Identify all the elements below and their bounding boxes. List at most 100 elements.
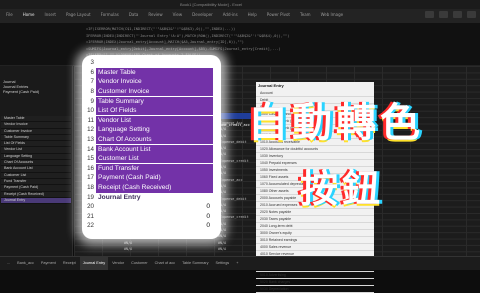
menu-row: 14 Bank Account List	[86, 144, 213, 154]
row-number: 21	[87, 212, 94, 220]
menu-item[interactable]: Customer List	[96, 154, 213, 164]
row-number: 22	[87, 222, 94, 230]
menu-blank-cell	[96, 58, 213, 68]
ribbon-tab[interactable]: Home	[19, 9, 39, 23]
journal-row: 5030 Depreciation	[256, 286, 374, 293]
ribbon-tab[interactable]: Team	[296, 9, 315, 23]
comments-icon[interactable]	[439, 11, 448, 18]
ribbon-tab[interactable]: Add-ins	[219, 9, 242, 23]
menu-row: 12 Language Setting	[86, 125, 213, 135]
menu-blank-cell: 0	[96, 221, 213, 231]
menu-item[interactable]: Payment (Cash Paid)	[96, 173, 213, 183]
row-number: 13	[87, 136, 94, 144]
share-icon[interactable]	[425, 11, 434, 18]
window-title: Book1 [Compatibility Mode] - Excel	[180, 2, 243, 7]
menu-item[interactable]: List Of Fields	[96, 106, 213, 116]
formula-line: =IFERROR(INDEX(Journal_entry[Account],MA…	[86, 40, 244, 44]
row-number: 3	[90, 59, 94, 67]
row-number: 18	[87, 184, 94, 192]
sheet-tab[interactable]: Vendor	[109, 257, 127, 270]
menu-blank-cell: 0	[96, 202, 213, 212]
row-number: 9	[90, 97, 94, 105]
ribbon-tab[interactable]: Web Image	[317, 9, 348, 23]
menu-item[interactable]: Table Summary	[96, 96, 213, 106]
ribbon-tab[interactable]: Data	[125, 9, 143, 23]
menu-item[interactable]: Fund Transfer	[96, 163, 213, 173]
row-number: 16	[87, 164, 94, 172]
ribbon-tab[interactable]: File	[2, 9, 17, 23]
menu-row: 8 Customer Invoice	[86, 86, 213, 97]
menu-row: 15 Customer List	[86, 154, 213, 164]
row-number: 7	[90, 78, 94, 86]
left-panel-item[interactable]: Payment (Cash Paid)	[0, 90, 72, 95]
menu-row: 3	[86, 58, 213, 68]
menu-row: 13 Chart Of Accounts	[86, 134, 213, 145]
journal-row: 3010 Retained earnings	[256, 237, 374, 244]
journal-row: 3000 Owner's equity	[256, 230, 374, 237]
row-number: 14	[87, 145, 94, 153]
sheet-tabs-bar: ... Bank_acc Payment Receipt Journal Entry Ve…	[0, 256, 480, 270]
menu-row: 22 0	[86, 221, 213, 231]
sheet-tab[interactable]: ...	[4, 257, 13, 270]
menu-row: 9 Table Summary	[86, 96, 213, 106]
sheet-tab[interactable]: Settings	[212, 257, 232, 270]
ribbon-buttons	[425, 11, 476, 18]
menu-row: 20 0	[86, 202, 213, 212]
sheet-tab[interactable]: Receipt	[60, 257, 79, 270]
menu-item-selected[interactable]: Journal Entry	[96, 191, 213, 203]
menu-item[interactable]: Vendor List	[96, 115, 213, 125]
sheet-tab[interactable]: Table Summary	[179, 257, 211, 270]
ribbon-tabs: File Home Insert Page Layout Formulas Data Rev…	[0, 9, 480, 23]
menu-item[interactable]: Customer Invoice	[96, 86, 213, 97]
cell[interactable]: #N/A	[218, 246, 254, 252]
journal-row: 5010 Advertising	[256, 272, 374, 279]
row-number: 11	[87, 116, 94, 124]
row-number: 20	[87, 203, 94, 211]
cell[interactable]: #N/A	[124, 246, 204, 252]
formula-line: =SUMIFS(Journal_entry[Debit],Journal_ent…	[86, 46, 281, 51]
menu-blank-cell: 0	[96, 211, 213, 221]
ribbon-tab[interactable]: Developer	[188, 9, 217, 23]
menu-item[interactable]: Chart Of Accounts	[96, 134, 213, 145]
sheet-tab[interactable]: Bank_acc	[14, 257, 37, 270]
row-number: 15	[87, 155, 94, 163]
sheet-dropdown-menu: 3 6 Master Table 7 Vendor Invoice 8 Customer I…	[86, 58, 213, 231]
sheet-tab[interactable]: +	[233, 257, 241, 270]
formula-bar[interactable]: =IF(ISERROR(MATCH(C$1,INDIRECT("'"&$B$2&…	[0, 23, 480, 66]
row-number: 12	[87, 126, 94, 134]
sheet-name-item[interactable]: Journal Entry	[1, 197, 71, 205]
menu-row: 17 Payment (Cash Paid)	[86, 173, 213, 183]
close-icon[interactable]	[467, 11, 476, 18]
title-bar: Book1 [Compatibility Mode] - Excel	[0, 0, 480, 9]
menu-row: 6 Master Table	[86, 67, 213, 78]
menu-row: 19 Journal Entry	[86, 191, 213, 203]
sheet-tab[interactable]: Chart of acc	[152, 257, 178, 270]
menu-item[interactable]: Language Setting	[96, 125, 213, 135]
ribbon-tab[interactable]: Insert	[41, 9, 60, 23]
row-number: 8	[90, 88, 94, 96]
sheet-tab[interactable]: Payment	[38, 257, 59, 270]
cell[interactable]: =Expense_credit	[218, 214, 254, 220]
sheet-tab[interactable]: Customer	[128, 257, 150, 270]
ribbon-tab[interactable]: Formulas	[97, 9, 123, 23]
menu-row: 11 Vendor List	[86, 115, 213, 126]
overlay-title-line1: 自動轉色	[248, 99, 424, 146]
row-number: 6	[90, 68, 94, 76]
ribbon-tab[interactable]: Help	[244, 9, 261, 23]
row-number: 10	[87, 107, 94, 115]
minimize-icon[interactable]	[453, 11, 462, 18]
formula-line: IFERROR(INDEX(INDIRECT("'Journal Entry'!…	[86, 33, 290, 38]
menu-item[interactable]: Bank Account List	[96, 144, 213, 154]
ribbon-tab[interactable]: View	[169, 9, 187, 23]
menu-row: 10 List Of Fields	[86, 106, 213, 116]
menu-item[interactable]: Vendor Invoice	[96, 77, 213, 87]
menu-item[interactable]: Master Table	[96, 67, 213, 77]
menu-row: 21 0	[86, 211, 213, 222]
ribbon-tab[interactable]: Page Layout	[62, 9, 95, 23]
ribbon-tab[interactable]: Review	[144, 9, 166, 23]
row-number: 19	[87, 193, 94, 201]
ribbon-tab[interactable]: Power Pivot	[263, 9, 294, 23]
sheet-tab[interactable]: Journal Entry	[79, 257, 109, 270]
journal-row: 4000 Sales revenue	[256, 244, 374, 251]
overlay-title-line2: 按鈕	[300, 166, 385, 211]
